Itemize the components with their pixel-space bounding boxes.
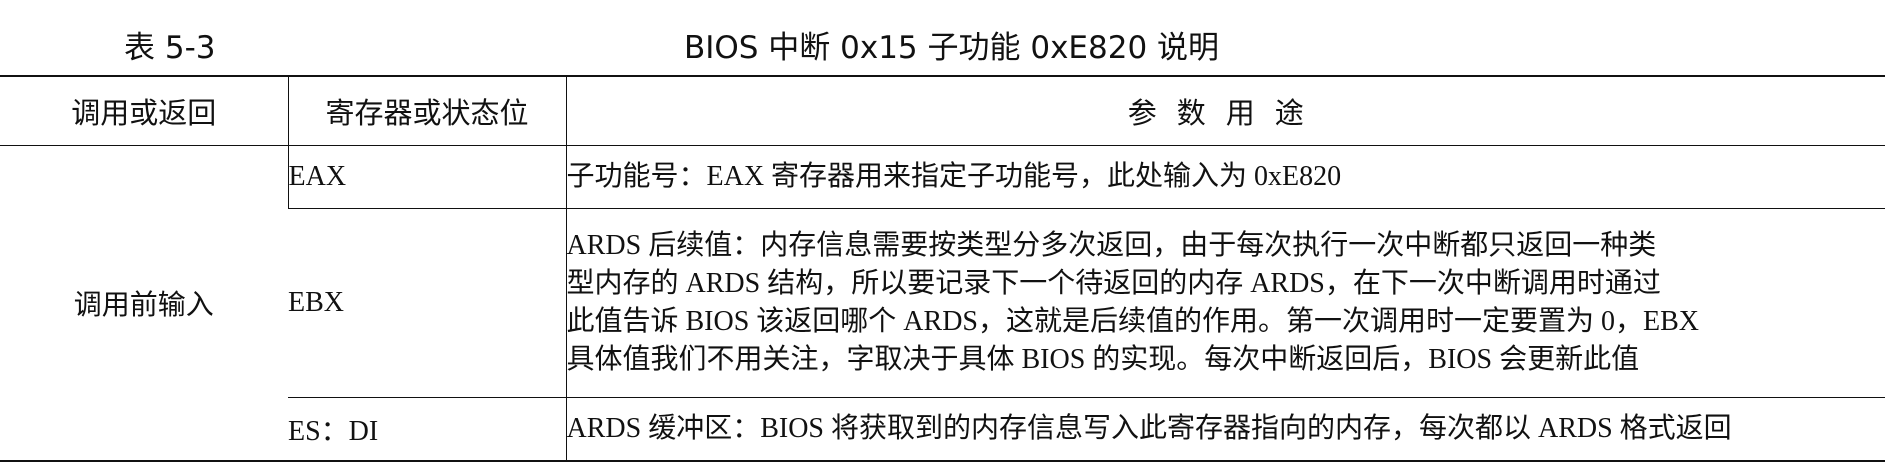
- table-caption: 表 5-3 BIOS 中断 0x15 子功能 0xE820 说明: [0, 18, 1903, 66]
- parameter-usage-cell: ARDS 缓冲区：BIOS 将获取到的内存信息写入此寄存器指向的内存，每次都以 …: [565, 397, 1885, 462]
- header-parameter-usage: 参数用途: [565, 75, 1885, 146]
- usage-line: 型内存的 ARDS 结构，所以要记录下一个待返回的内存 ARDS，在下一次中断调…: [566, 268, 1661, 299]
- table-row: 调用前输入 EAX 子功能号：EAX 寄存器用来指定子功能号，此处输入为 0xE…: [0, 145, 1885, 462]
- usage-line: ARDS 后续值：内存信息需要按类型分多次返回，由于每次执行一次中断都只返回一种…: [566, 230, 1657, 261]
- parameter-usage-cell: ARDS 后续值：内存信息需要按类型分多次返回，由于每次执行一次中断都只返回一种…: [565, 208, 1885, 398]
- usage-line: 具体值我们不用关注，字取决于具体 BIOS 的实现。每次中断返回后，BIOS 会…: [566, 344, 1640, 375]
- usage-line: ARDS 缓冲区：BIOS 将获取到的内存信息写入此寄存器指向的内存，每次都以 …: [566, 413, 1732, 444]
- table-title: BIOS 中断 0x15 子功能 0xE820 说明: [683, 30, 1220, 66]
- header-register: 寄存器或状态位: [287, 75, 566, 146]
- register-cell: ES：DI: [288, 397, 566, 462]
- usage-line: 子功能号：EAX 寄存器用来指定子功能号，此处输入为 0xE820: [566, 161, 1342, 192]
- header-call-or-return: 调用或返回: [0, 75, 288, 146]
- call-group-cell: 调用前输入: [0, 145, 288, 462]
- parameter-usage-cell: 子功能号：EAX 寄存器用来指定子功能号，此处输入为 0xE820: [565, 145, 1885, 209]
- register-cell: EBX: [288, 208, 566, 398]
- register-cell: EAX: [287, 145, 566, 209]
- table-header-row: 调用或返回 寄存器或状态位 参数用途: [0, 75, 1885, 146]
- usage-line: 此值告诉 BIOS 该返回哪个 ARDS，这就是后续值的作用。第一次调用时一定要…: [566, 306, 1700, 337]
- bios-e820-spec-table: 调用或返回 寄存器或状态位 参数用途 调用前输入 EAX 子功能号：EAX 寄存…: [0, 75, 1885, 462]
